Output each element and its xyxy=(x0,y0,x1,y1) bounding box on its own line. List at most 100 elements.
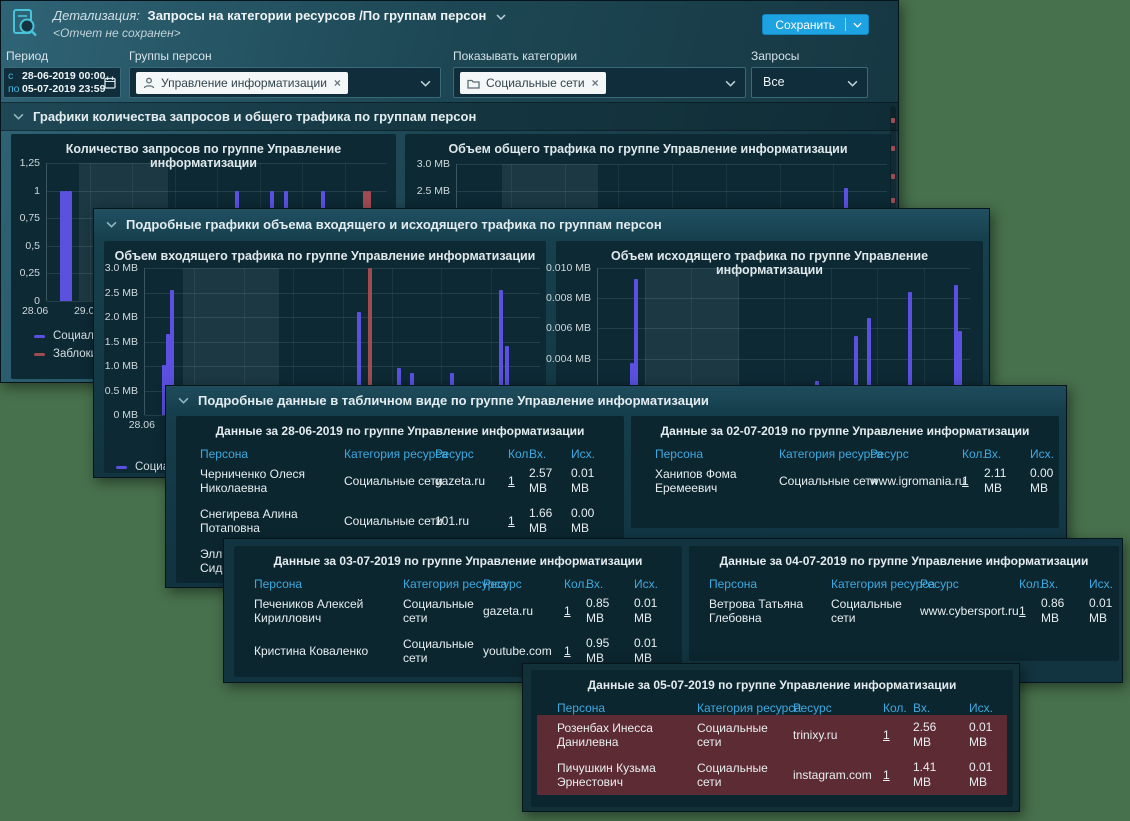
resource-cell: www.cybersport.ru xyxy=(920,604,1019,618)
groups-label: Группы персон xyxy=(129,49,212,63)
column-header[interactable]: Категория ресурса xyxy=(403,577,483,591)
gridline-horizontal xyxy=(47,163,387,164)
y-axis-tick-label: 1 xyxy=(34,185,40,197)
date-to-value[interactable]: 05-07-2019 23:59 xyxy=(22,83,105,96)
category-chip[interactable]: Социальные сети × xyxy=(460,72,606,94)
app-logo-icon xyxy=(9,7,41,39)
remove-chip-icon[interactable]: × xyxy=(592,76,599,90)
collapse-icon[interactable] xyxy=(13,113,24,120)
column-header[interactable]: Кол. xyxy=(883,701,913,715)
column-header[interactable]: Вх. xyxy=(586,577,634,591)
group-chip[interactable]: Управление информатизации × xyxy=(136,72,348,94)
date-to-prefix: по xyxy=(8,83,22,96)
date-from-value[interactable]: 28-06-2019 00:00 xyxy=(22,70,105,83)
y-axis-tick-label: 0,25 xyxy=(20,267,40,279)
count-cell: 1 xyxy=(564,644,586,658)
column-header[interactable]: Вх. xyxy=(529,447,571,461)
resource-cell: www.igromania.ru xyxy=(870,474,962,488)
tables-window-3: Данные за 05-07-2019 по группе Управлени… xyxy=(522,663,1020,812)
chevron-down-icon[interactable] xyxy=(420,80,431,87)
column-header[interactable]: Персона xyxy=(557,701,697,715)
column-header[interactable]: Исх. xyxy=(571,447,619,461)
table-row[interactable]: Ветрова Татьяна ГлебовнаСоциальные сетиw… xyxy=(689,591,1119,631)
count-link[interactable]: 1 xyxy=(564,644,571,658)
save-button[interactable]: Сохранить xyxy=(762,14,869,35)
section-charts-top[interactable]: Графики количества запросов и общего тра… xyxy=(1,102,898,131)
table-date-title: Данные за 05-07-2019 по группе Управлени… xyxy=(531,670,1013,692)
section-title: Подробные данные в табличном виде по гру… xyxy=(198,393,709,408)
categories-select[interactable]: Социальные сети × xyxy=(453,67,746,98)
gridline-horizontal xyxy=(457,164,887,165)
collapse-icon[interactable] xyxy=(178,397,189,404)
column-header[interactable]: Вх. xyxy=(1041,577,1089,591)
table-row[interactable]: Снегирева Алина ПотаповнаСоциальные сети… xyxy=(176,501,624,541)
column-header[interactable]: Категория ресурса xyxy=(779,447,870,461)
persona-cell: Кристина Коваленко xyxy=(254,644,403,658)
table-05-07: Данные за 05-07-2019 по группе Управлени… xyxy=(531,670,1013,807)
gridline-horizontal xyxy=(145,268,540,269)
count-cell: 1 xyxy=(883,728,913,742)
count-link[interactable]: 1 xyxy=(564,604,571,618)
table-header-row: ПерсонаКатегория ресурсаРесурсКол.Вх.Исх… xyxy=(631,447,1059,461)
category-cell: Социальные сети xyxy=(344,474,435,488)
count-link[interactable]: 1 xyxy=(883,728,890,742)
table-row[interactable]: Розенбах Инесса ДанилевнаСоциальные сети… xyxy=(537,715,1007,755)
column-header[interactable]: Ресурс xyxy=(435,447,508,461)
section-charts-detail[interactable]: Подробные графики объема входящего и исх… xyxy=(94,209,989,239)
column-header[interactable]: Ресурс xyxy=(870,447,962,461)
outgoing-cell: 0.00MB xyxy=(1030,466,1059,496)
column-header[interactable]: Персона xyxy=(254,577,403,591)
column-header[interactable]: Категория ресурса xyxy=(344,447,435,461)
gridline-horizontal xyxy=(598,359,970,360)
calendar-icon[interactable] xyxy=(104,76,116,89)
count-link[interactable]: 1 xyxy=(1019,604,1026,618)
chevron-down-icon[interactable] xyxy=(847,80,858,87)
count-link[interactable]: 1 xyxy=(883,768,890,782)
category-chip-label: Социальные сети xyxy=(486,76,585,90)
column-header[interactable]: Вх. xyxy=(913,701,969,715)
column-header[interactable]: Персона xyxy=(655,447,779,461)
y-axis-tick-label: 1.0 MB xyxy=(105,360,138,372)
column-header[interactable]: Категория ресурса xyxy=(697,701,793,715)
column-header[interactable]: Исх. xyxy=(1030,447,1059,461)
table-row[interactable]: Печеников Алексей КирилловичСоциальные с… xyxy=(234,591,682,631)
y-axis-tick-label: 0.008 MB xyxy=(546,292,591,304)
category-cell: Социальные сети xyxy=(403,637,483,665)
remove-chip-icon[interactable]: × xyxy=(334,76,341,90)
chevron-down-icon[interactable] xyxy=(725,80,736,87)
column-header[interactable]: Кол. xyxy=(508,447,529,461)
button-divider xyxy=(845,18,846,31)
collapse-icon[interactable] xyxy=(106,221,117,228)
column-header[interactable]: Ресурс xyxy=(793,701,883,715)
table-row[interactable]: Пичушкин Кузьма ЭрнестовичСоциальные сет… xyxy=(537,755,1007,795)
count-link[interactable]: 1 xyxy=(508,474,515,488)
period-picker[interactable]: с28-06-2019 00:00 по05-07-2019 23:59 xyxy=(3,67,121,98)
column-header[interactable]: Персона xyxy=(709,577,831,591)
column-header[interactable]: Ресурс xyxy=(920,577,1019,591)
column-header[interactable]: Кол. xyxy=(962,447,984,461)
column-header[interactable]: Исх. xyxy=(969,701,1013,715)
column-header[interactable]: Ресурс xyxy=(483,577,564,591)
chevron-down-icon[interactable] xyxy=(496,14,506,20)
column-header[interactable]: Исх. xyxy=(634,577,680,591)
chart-title: Объем входящего трафика по группе Управл… xyxy=(104,241,546,263)
count-link[interactable]: 1 xyxy=(962,474,969,488)
gridline-horizontal xyxy=(145,342,540,343)
column-header[interactable]: Категория ресурса xyxy=(831,577,920,591)
chevron-down-icon[interactable] xyxy=(853,22,862,28)
table-row[interactable]: Ханипов Фома ЕремеевичСоциальные сетиwww… xyxy=(631,461,1059,501)
incoming-cell: 0.86MB xyxy=(1041,596,1089,626)
column-header[interactable]: Вх. xyxy=(984,447,1030,461)
table-row[interactable]: Черниченко Олеся НиколаевнаСоциальные се… xyxy=(176,461,624,501)
section-tables[interactable]: Подробные данные в табличном виде по гру… xyxy=(166,386,1066,414)
group-chip-label: Управление информатизации xyxy=(161,76,327,90)
report-title[interactable]: Запросы на категории ресурсов /По группа… xyxy=(148,8,487,23)
y-axis-tick-label: 3.0 MB xyxy=(105,262,138,274)
column-header[interactable]: Кол. xyxy=(564,577,586,591)
count-link[interactable]: 1 xyxy=(508,514,515,528)
requests-select[interactable]: Все xyxy=(751,67,868,98)
groups-select[interactable]: Управление информатизации × xyxy=(129,67,441,98)
column-header[interactable]: Персона xyxy=(200,447,344,461)
column-header[interactable]: Исх. xyxy=(1089,577,1119,591)
column-header[interactable]: Кол. xyxy=(1019,577,1041,591)
